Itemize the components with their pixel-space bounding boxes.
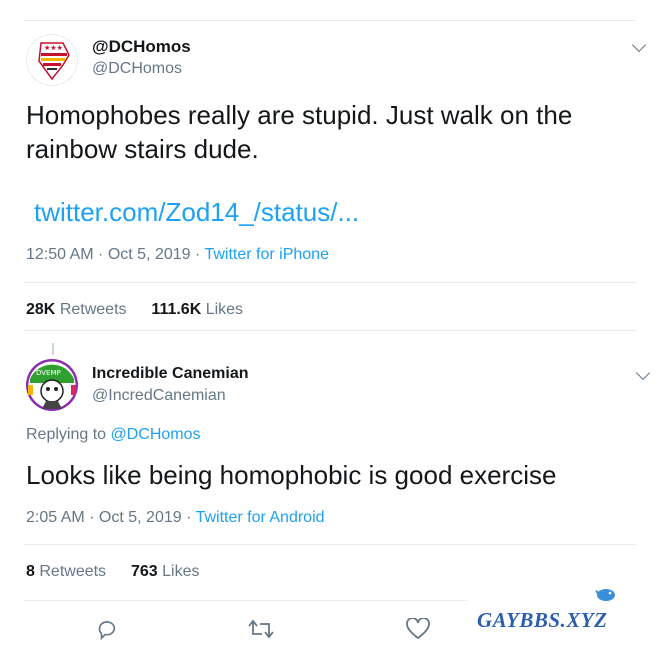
- tweet-stats: 28K Retweets 111.6K Likes: [26, 301, 243, 319]
- tweet-text: Homophobes really are stupid. Just walk …: [26, 100, 573, 164]
- source-link[interactable]: Twitter for iPhone: [204, 246, 329, 263]
- likes-label: Likes: [162, 563, 200, 580]
- timestamp[interactable]: 2:05 AM · Oct 5, 2019 ·: [26, 509, 196, 526]
- likes-count: 763: [130, 563, 158, 580]
- display-name[interactable]: Incredible Canemian: [92, 365, 249, 383]
- handle[interactable]: @IncredCanemian: [92, 387, 226, 405]
- divider: [24, 282, 636, 283]
- retweets-label: Retweets: [39, 563, 107, 580]
- display-name[interactable]: @DCHomos: [92, 37, 191, 57]
- svg-text:★★★: ★★★: [44, 44, 63, 52]
- avatar[interactable]: DVEMP: [26, 359, 78, 411]
- divider: [24, 330, 636, 331]
- replying-prefix: Replying to: [26, 426, 111, 443]
- watermark: GAYBBS.XYZ: [467, 582, 655, 648]
- replying-to-link[interactable]: @DCHomos: [111, 426, 201, 443]
- tweet-card: ★★★ @DCHomos @DCHomos Homophobes really …: [0, 0, 660, 330]
- likes-count: 111.6K: [151, 301, 202, 318]
- chevron-down-icon[interactable]: [635, 365, 651, 381]
- retweets-count: 8: [26, 563, 35, 580]
- retweets-stat[interactable]: 28K Retweets: [26, 301, 127, 318]
- timestamp-line: 12:50 AM · Oct 5, 2019 · Twitter for iPh…: [26, 246, 329, 264]
- retweet-icon[interactable]: [248, 618, 274, 640]
- canemian-avatar-icon: DVEMP: [26, 359, 78, 411]
- svg-text:DVEMP: DVEMP: [36, 369, 61, 377]
- timestamp[interactable]: 12:50 AM · Oct 5, 2019 ·: [26, 246, 204, 263]
- retweets-label: Retweets: [59, 301, 127, 318]
- source-link[interactable]: Twitter for Android: [196, 509, 325, 526]
- tweet-link[interactable]: twitter.com/Zod14_/status/...: [34, 197, 359, 228]
- handle[interactable]: @DCHomos: [92, 60, 182, 78]
- timestamp-line: 2:05 AM · Oct 5, 2019 · Twitter for Andr…: [26, 509, 325, 527]
- likes-stat[interactable]: 763 Likes: [131, 563, 200, 580]
- reply-text: Looks like being homophobic is good exer…: [26, 460, 557, 490]
- chevron-down-icon[interactable]: [631, 37, 647, 53]
- reply-stats: 8 Retweets 763 Likes: [26, 563, 199, 581]
- dc-flag-avatar-icon: ★★★: [38, 42, 70, 81]
- reply-icon[interactable]: [96, 618, 118, 640]
- retweets-count: 28K: [26, 301, 56, 318]
- like-icon[interactable]: [406, 618, 430, 640]
- bird-icon: [595, 586, 617, 602]
- avatar[interactable]: ★★★: [26, 34, 78, 86]
- retweets-stat[interactable]: 8 Retweets: [26, 563, 106, 580]
- watermark-text: GAYBBS.XYZ: [477, 608, 608, 632]
- replying-to-line: Replying to @DCHomos: [26, 426, 201, 444]
- likes-stat[interactable]: 111.6K Likes: [151, 301, 243, 318]
- likes-label: Likes: [205, 301, 244, 318]
- divider: [24, 544, 636, 545]
